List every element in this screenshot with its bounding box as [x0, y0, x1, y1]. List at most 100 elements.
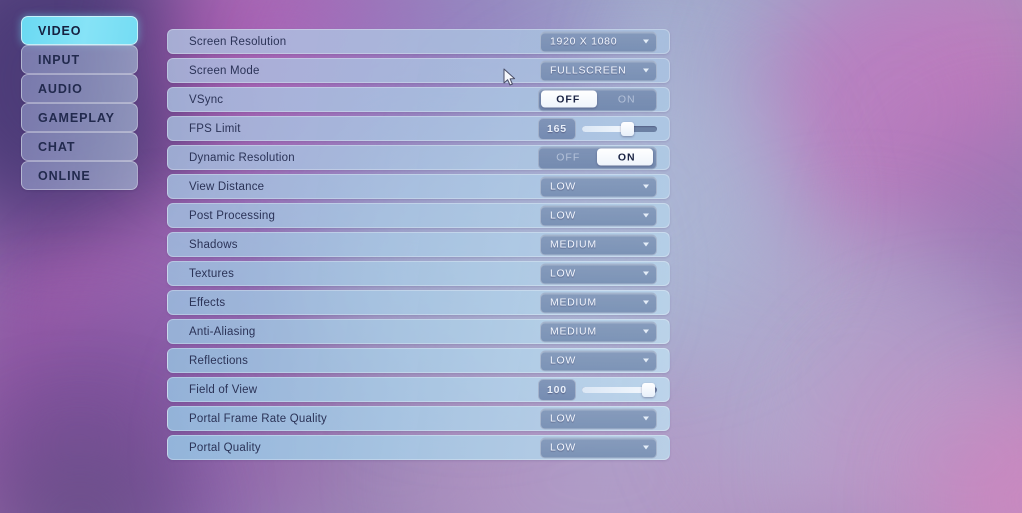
sidebar-item-chat[interactable]: CHAT [21, 132, 138, 161]
sidebar-category-list: VIDEO INPUT AUDIO GAMEPLAY CHAT ONLINE [21, 16, 138, 190]
sidebar-item-label: VIDEO [38, 23, 82, 38]
setting-row[interactable]: Dynamic Resolution OFF ON [167, 145, 670, 170]
setting-control: 165 [538, 117, 657, 140]
setting-row[interactable]: Screen Mode FULLSCREEN [167, 58, 670, 83]
setting-row[interactable]: Portal Frame Rate Quality LOW [167, 406, 670, 431]
dropdown-value: LOW [550, 354, 577, 367]
setting-row[interactable]: Portal Quality LOW [167, 435, 670, 460]
sidebar-item-label: CHAT [38, 139, 76, 154]
dropdown-value: LOW [550, 412, 577, 425]
toggle-option-off[interactable]: OFF [539, 89, 598, 110]
setting-label: Screen Resolution [189, 35, 287, 48]
setting-control: LOW [540, 205, 657, 226]
setting-control: LOW [540, 350, 657, 371]
setting-row[interactable]: Textures LOW [167, 261, 670, 286]
setting-row[interactable]: Post Processing LOW [167, 203, 670, 228]
setting-control: LOW [540, 437, 657, 458]
setting-control: 1920 X 1080 [540, 31, 657, 52]
setting-label: Portal Quality [189, 441, 261, 454]
dropdown-value: LOW [550, 209, 577, 222]
sidebar-item-video[interactable]: VIDEO [21, 16, 138, 45]
setting-row[interactable]: FPS Limit 165 [167, 116, 670, 141]
setting-slider[interactable]: 100 [538, 378, 657, 401]
dropdown-value: LOW [550, 180, 577, 193]
setting-dropdown[interactable]: MEDIUM [540, 292, 657, 313]
setting-label: Anti-Aliasing [189, 325, 256, 338]
setting-row[interactable]: Reflections LOW [167, 348, 670, 373]
dropdown-value: 1920 X 1080 [550, 35, 618, 48]
setting-control: FULLSCREEN [540, 60, 657, 81]
setting-slider[interactable]: 165 [538, 117, 657, 140]
setting-dropdown[interactable]: LOW [540, 205, 657, 226]
toggle-option-on[interactable]: ON [598, 147, 657, 168]
slider-value: 165 [538, 117, 576, 140]
setting-dropdown[interactable]: MEDIUM [540, 234, 657, 255]
chevron-down-icon [643, 184, 649, 189]
setting-control: LOW [540, 176, 657, 197]
setting-label: Reflections [189, 354, 249, 367]
setting-control: LOW [540, 263, 657, 284]
setting-label: Effects [189, 296, 226, 309]
setting-label: Screen Mode [189, 64, 260, 77]
setting-label: VSync [189, 93, 224, 106]
setting-toggle[interactable]: OFF ON [538, 146, 657, 169]
sidebar-item-online[interactable]: ONLINE [21, 161, 138, 190]
setting-control: MEDIUM [540, 321, 657, 342]
chevron-down-icon [643, 445, 649, 450]
setting-dropdown[interactable]: MEDIUM [540, 321, 657, 342]
setting-label: Dynamic Resolution [189, 151, 295, 164]
setting-row[interactable]: Shadows MEDIUM [167, 232, 670, 257]
setting-row[interactable]: VSync OFF ON [167, 87, 670, 112]
sidebar-item-input[interactable]: INPUT [21, 45, 138, 74]
chevron-down-icon [643, 68, 649, 73]
chevron-down-icon [643, 358, 649, 363]
setting-dropdown[interactable]: FULLSCREEN [540, 60, 657, 81]
setting-dropdown[interactable]: 1920 X 1080 [540, 31, 657, 52]
slider-handle[interactable] [642, 382, 655, 397]
chevron-down-icon [643, 416, 649, 421]
setting-control: OFF ON [538, 88, 657, 111]
dropdown-value: MEDIUM [550, 238, 597, 251]
setting-row[interactable]: Anti-Aliasing MEDIUM [167, 319, 670, 344]
setting-dropdown[interactable]: LOW [540, 408, 657, 429]
setting-toggle[interactable]: OFF ON [538, 88, 657, 111]
toggle-option-on[interactable]: ON [598, 89, 657, 110]
sidebar-item-gameplay[interactable]: GAMEPLAY [21, 103, 138, 132]
setting-row[interactable]: View Distance LOW [167, 174, 670, 199]
setting-label: Portal Frame Rate Quality [189, 412, 327, 425]
setting-label: View Distance [189, 180, 265, 193]
toggle-option-off[interactable]: OFF [539, 147, 598, 168]
setting-control: LOW [540, 408, 657, 429]
dropdown-value: MEDIUM [550, 296, 597, 309]
setting-control: MEDIUM [540, 292, 657, 313]
dropdown-value: FULLSCREEN [550, 64, 627, 77]
setting-dropdown[interactable]: LOW [540, 437, 657, 458]
slider-value: 100 [538, 378, 576, 401]
sidebar-item-audio[interactable]: AUDIO [21, 74, 138, 103]
setting-row[interactable]: Field of View 100 [167, 377, 670, 402]
setting-label: Field of View [189, 383, 258, 396]
chevron-down-icon [643, 300, 649, 305]
setting-row[interactable]: Effects MEDIUM [167, 290, 670, 315]
slider-handle[interactable] [621, 121, 634, 136]
chevron-down-icon [643, 39, 649, 44]
sidebar-item-label: INPUT [38, 52, 80, 67]
dropdown-value: MEDIUM [550, 325, 597, 338]
setting-control: OFF ON [538, 146, 657, 169]
setting-dropdown[interactable]: LOW [540, 176, 657, 197]
setting-dropdown[interactable]: LOW [540, 263, 657, 284]
slider-track[interactable] [582, 382, 657, 397]
sidebar-item-label: AUDIO [38, 81, 83, 96]
chevron-down-icon [643, 329, 649, 334]
setting-label: Shadows [189, 238, 238, 251]
setting-dropdown[interactable]: LOW [540, 350, 657, 371]
setting-row[interactable]: Screen Resolution 1920 X 1080 [167, 29, 670, 54]
chevron-down-icon [643, 271, 649, 276]
setting-label: Textures [189, 267, 235, 280]
sidebar-item-label: GAMEPLAY [38, 110, 115, 125]
sidebar-item-label: ONLINE [38, 168, 91, 183]
dropdown-value: LOW [550, 441, 577, 454]
video-settings-panel: Screen Resolution 1920 X 1080 Screen Mode F… [167, 29, 670, 464]
chevron-down-icon [643, 242, 649, 247]
slider-track[interactable] [582, 121, 657, 136]
